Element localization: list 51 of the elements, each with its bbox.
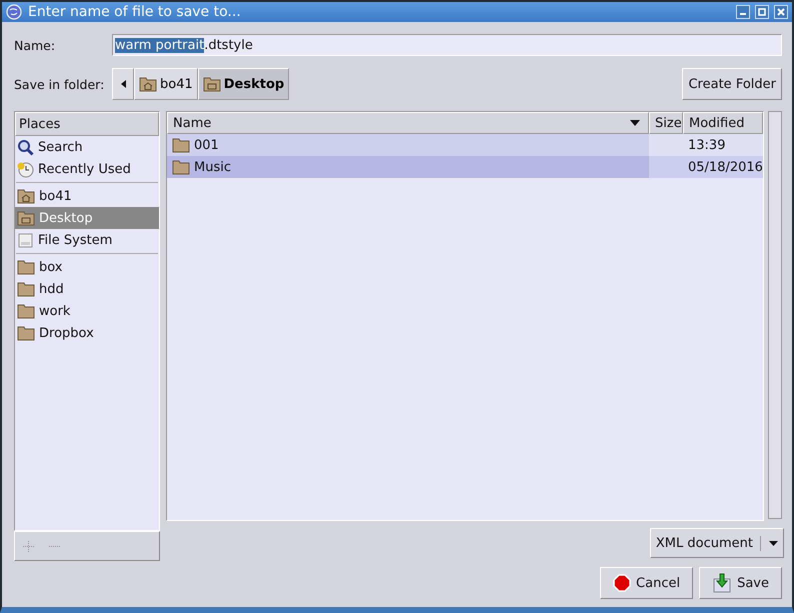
save-icon <box>712 573 732 593</box>
places-header[interactable]: Places <box>15 112 159 136</box>
folder-icon <box>17 259 35 275</box>
home-folder-icon <box>139 76 157 92</box>
folder-icon <box>202 76 221 92</box>
create-folder-button[interactable]: Create Folder <box>682 68 782 100</box>
cancel-button[interactable]: Cancel <box>600 567 694 599</box>
maximize-icon[interactable] <box>755 5 769 19</box>
file-name[interactable]: Music <box>167 156 649 178</box>
folder-icon <box>172 137 190 153</box>
scroll-left-button[interactable] <box>112 68 134 100</box>
home-folder-icon <box>17 188 35 204</box>
column-header[interactable]: Name <box>167 112 649 134</box>
globe-icon <box>6 4 22 20</box>
path-button[interactable]: bo41 <box>134 68 198 100</box>
places-item[interactable]: Dropbox <box>15 322 159 344</box>
minimize-icon[interactable] <box>736 5 750 19</box>
folder-label: Save in folder: <box>13 76 106 92</box>
scrollbar[interactable] <box>768 111 782 519</box>
search-icon <box>17 138 34 156</box>
file-type-dropdown[interactable]: XML document <box>650 528 784 558</box>
save-button[interactable]: Save <box>699 567 782 599</box>
clock-icon <box>17 160 34 178</box>
window-title: Enter name of file to save to... <box>28 4 241 20</box>
folder-icon <box>17 281 35 297</box>
drive-icon <box>17 232 34 248</box>
places-item[interactable]: box <box>15 256 159 278</box>
places-item[interactable]: Search <box>15 136 159 158</box>
sort-arrow-icon <box>630 120 640 126</box>
dropdown-arrow-icon <box>769 540 778 546</box>
name-field[interactable]: warm portrait.dtstyle <box>112 34 782 56</box>
places-item[interactable]: File System <box>15 229 159 251</box>
places-item[interactable]: Desktop <box>15 207 159 229</box>
places-item[interactable]: work <box>15 300 159 322</box>
places-item[interactable]: Recently Used <box>15 158 159 180</box>
stop-icon <box>613 574 632 592</box>
file-name[interactable]: 001 <box>167 134 649 156</box>
modified-cell: 05/18/2016 <box>683 156 763 178</box>
name-label: Name: <box>13 38 56 52</box>
column-header[interactable]: Size <box>649 112 683 134</box>
modified-cell: 13:39 <box>683 134 763 156</box>
folder-icon <box>17 325 35 341</box>
folder-icon <box>172 159 190 175</box>
places-item[interactable]: hdd <box>15 278 159 300</box>
folder-icon <box>17 303 35 319</box>
folder-icon <box>17 210 35 226</box>
close-icon[interactable] <box>774 5 788 19</box>
column-header[interactable]: Modified <box>683 112 763 134</box>
places-item[interactable]: bo41 <box>15 185 159 207</box>
left-arrow-icon <box>120 80 126 88</box>
path-button[interactable]: Desktop <box>198 68 290 100</box>
